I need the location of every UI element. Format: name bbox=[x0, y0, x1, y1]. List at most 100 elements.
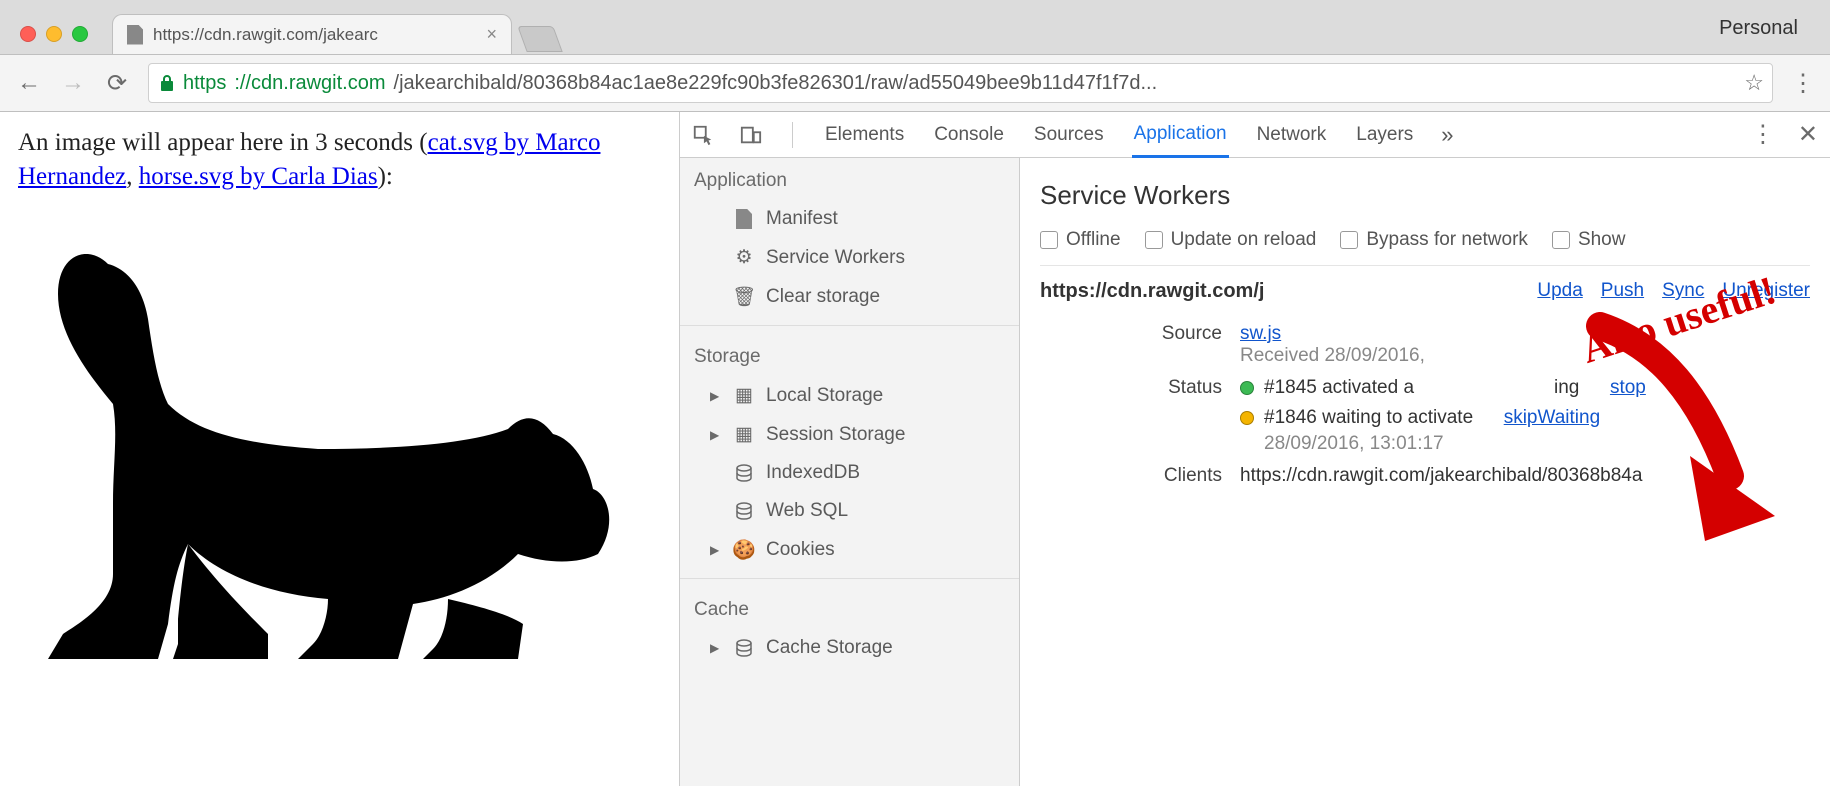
devtools-close-icon[interactable]: ✕ bbox=[1798, 120, 1818, 149]
tab-title: https://cdn.rawgit.com/jakearc bbox=[153, 25, 378, 45]
tab-application[interactable]: Application bbox=[1132, 113, 1229, 158]
page-text-pre: An image will appear here in 3 seconds ( bbox=[18, 129, 428, 156]
omnibox[interactable]: https://cdn.rawgit.com/jakearchibald/803… bbox=[148, 63, 1773, 103]
page-text-sep: , bbox=[126, 163, 139, 190]
pane-title: Service Workers bbox=[1040, 180, 1810, 211]
sw-source-link[interactable]: sw.js bbox=[1240, 323, 1281, 344]
tab-elements[interactable]: Elements bbox=[823, 114, 906, 156]
new-tab-button[interactable] bbox=[517, 26, 562, 52]
sidebar-item-websql[interactable]: Web SQL bbox=[680, 492, 1019, 530]
back-button[interactable]: ← bbox=[16, 69, 42, 97]
sidebar-item-label: Cookies bbox=[766, 539, 835, 561]
close-window-icon[interactable] bbox=[20, 26, 36, 42]
sidebar-cat-cache: Cache bbox=[680, 587, 1019, 629]
trash-icon: 🗑 bbox=[734, 285, 754, 309]
close-tab-icon[interactable]: × bbox=[486, 24, 497, 45]
sw-status-waiting-time: 28/09/2016, 13:01:17 bbox=[1264, 433, 1810, 455]
webpage-viewport: An image will appear here in 3 seconds (… bbox=[0, 112, 680, 786]
window-controls bbox=[10, 26, 98, 54]
sidebar-item-service-workers[interactable]: ⚙ Service Workers bbox=[680, 238, 1019, 277]
sw-action-sync[interactable]: Sync bbox=[1662, 280, 1704, 302]
chk-show-all[interactable]: Show bbox=[1552, 229, 1626, 251]
chk-label: Update on reload bbox=[1171, 229, 1317, 251]
sidebar-item-label: Clear storage bbox=[766, 286, 880, 308]
address-bar: ← → ⟳ https://cdn.rawgit.com/jakearchiba… bbox=[0, 54, 1830, 112]
sw-clients-value: https://cdn.rawgit.com/jakearchibald/803… bbox=[1240, 465, 1810, 487]
application-sidebar: Application Manifest ⚙ Service Workers 🗑 C… bbox=[680, 158, 1020, 786]
sidebar-cat-application: Application bbox=[680, 158, 1019, 200]
maximize-window-icon[interactable] bbox=[72, 26, 88, 42]
sidebar-item-local-storage[interactable]: ▶▦Local Storage bbox=[680, 376, 1019, 415]
row-source-label: Source bbox=[1040, 323, 1240, 367]
sw-source-received: Received 28/09/2016, bbox=[1240, 345, 1425, 366]
gear-icon: ⚙ bbox=[734, 246, 754, 269]
status-text: #1845 activated a bbox=[1264, 377, 1414, 399]
sidebar-item-label: Session Storage bbox=[766, 424, 905, 446]
sidebar-item-session-storage[interactable]: ▶▦Session Storage bbox=[680, 415, 1019, 454]
sidebar-item-cache-storage[interactable]: ▶Cache Storage bbox=[680, 629, 1019, 667]
status-text: #1846 waiting to activate bbox=[1264, 407, 1473, 429]
chk-bypass-network[interactable]: Bypass for network bbox=[1340, 229, 1528, 251]
inspect-icon[interactable] bbox=[692, 124, 714, 146]
bookmark-icon[interactable]: ☆ bbox=[1744, 70, 1764, 96]
cat-image bbox=[18, 204, 661, 684]
tab-sources[interactable]: Sources bbox=[1032, 114, 1106, 156]
tab-console[interactable]: Console bbox=[932, 114, 1006, 156]
forward-button: → bbox=[60, 69, 86, 97]
link-horse-svg[interactable]: horse.svg by Carla Dias bbox=[139, 163, 378, 190]
page-text: An image will appear here in 3 seconds (… bbox=[18, 126, 661, 194]
devtools: Elements Console Sources Application Net… bbox=[680, 112, 1830, 786]
status-text-tail: ing bbox=[1554, 377, 1579, 399]
browser-tabbar: https://cdn.rawgit.com/jakearc × Persona… bbox=[0, 0, 1830, 54]
sidebar-item-label: IndexedDB bbox=[766, 462, 860, 484]
minimize-window-icon[interactable] bbox=[46, 26, 62, 42]
sidebar-item-label: Web SQL bbox=[766, 500, 848, 522]
sidebar-item-label: Service Workers bbox=[766, 247, 905, 269]
sw-stop-link[interactable]: stop bbox=[1610, 377, 1646, 399]
tabs-overflow-icon[interactable]: » bbox=[1441, 122, 1453, 148]
sidebar-item-clear-storage[interactable]: 🗑 Clear storage bbox=[680, 277, 1019, 317]
page-text-post: ): bbox=[378, 163, 393, 190]
sw-status-activated: #1845 activated a ing stop bbox=[1240, 377, 1810, 399]
browser-tab[interactable]: https://cdn.rawgit.com/jakearc × bbox=[112, 14, 512, 54]
database-icon bbox=[734, 502, 754, 520]
chk-label: Bypass for network bbox=[1366, 229, 1528, 251]
devtools-menu-icon[interactable]: ⋮ bbox=[1751, 120, 1774, 149]
sidebar-item-cookies[interactable]: ▶🍪Cookies bbox=[680, 530, 1019, 570]
cookie-icon: 🍪 bbox=[734, 538, 754, 562]
url-scheme: https bbox=[183, 72, 226, 95]
grid-icon: ▦ bbox=[734, 423, 754, 446]
sidebar-item-label: Cache Storage bbox=[766, 637, 893, 659]
chk-label: Show bbox=[1578, 229, 1626, 251]
page-icon bbox=[127, 25, 143, 45]
sw-skipwaiting-link[interactable]: skipWaiting bbox=[1504, 407, 1600, 429]
sw-action-update[interactable]: Upda bbox=[1537, 280, 1582, 302]
row-clients-label: Clients bbox=[1040, 465, 1240, 487]
database-icon bbox=[734, 639, 754, 657]
browser-menu-icon[interactable]: ⋮ bbox=[1791, 69, 1814, 98]
profile-label[interactable]: Personal bbox=[1719, 17, 1820, 54]
sw-status-waiting: #1846 waiting to activate skipWaiting bbox=[1240, 407, 1810, 429]
sidebar-item-label: Local Storage bbox=[766, 385, 883, 407]
lock-icon bbox=[159, 74, 175, 92]
reload-button[interactable]: ⟳ bbox=[104, 69, 130, 98]
tab-layers[interactable]: Layers bbox=[1354, 114, 1415, 156]
sidebar-item-indexeddb[interactable]: IndexedDB bbox=[680, 454, 1019, 492]
sw-action-push[interactable]: Push bbox=[1601, 280, 1644, 302]
sidebar-cat-storage: Storage bbox=[680, 334, 1019, 376]
devtools-tabs: Elements Console Sources Application Net… bbox=[680, 112, 1830, 158]
database-icon bbox=[734, 464, 754, 482]
device-icon[interactable] bbox=[740, 124, 762, 146]
sw-host: https://cdn.rawgit.com/j bbox=[1040, 280, 1264, 302]
tab-network[interactable]: Network bbox=[1255, 114, 1329, 156]
status-dot-orange-icon bbox=[1240, 411, 1254, 425]
chk-update-on-reload[interactable]: Update on reload bbox=[1145, 229, 1317, 251]
chk-label: Offline bbox=[1066, 229, 1121, 251]
grid-icon: ▦ bbox=[734, 384, 754, 407]
sw-action-unregister[interactable]: Unregister bbox=[1722, 280, 1810, 302]
sw-options-row: Offline Update on reload Bypass for netw… bbox=[1040, 229, 1810, 266]
chk-offline[interactable]: Offline bbox=[1040, 229, 1121, 251]
status-dot-green-icon bbox=[1240, 381, 1254, 395]
row-status-label: Status bbox=[1040, 377, 1240, 455]
sidebar-item-manifest[interactable]: Manifest bbox=[680, 200, 1019, 238]
